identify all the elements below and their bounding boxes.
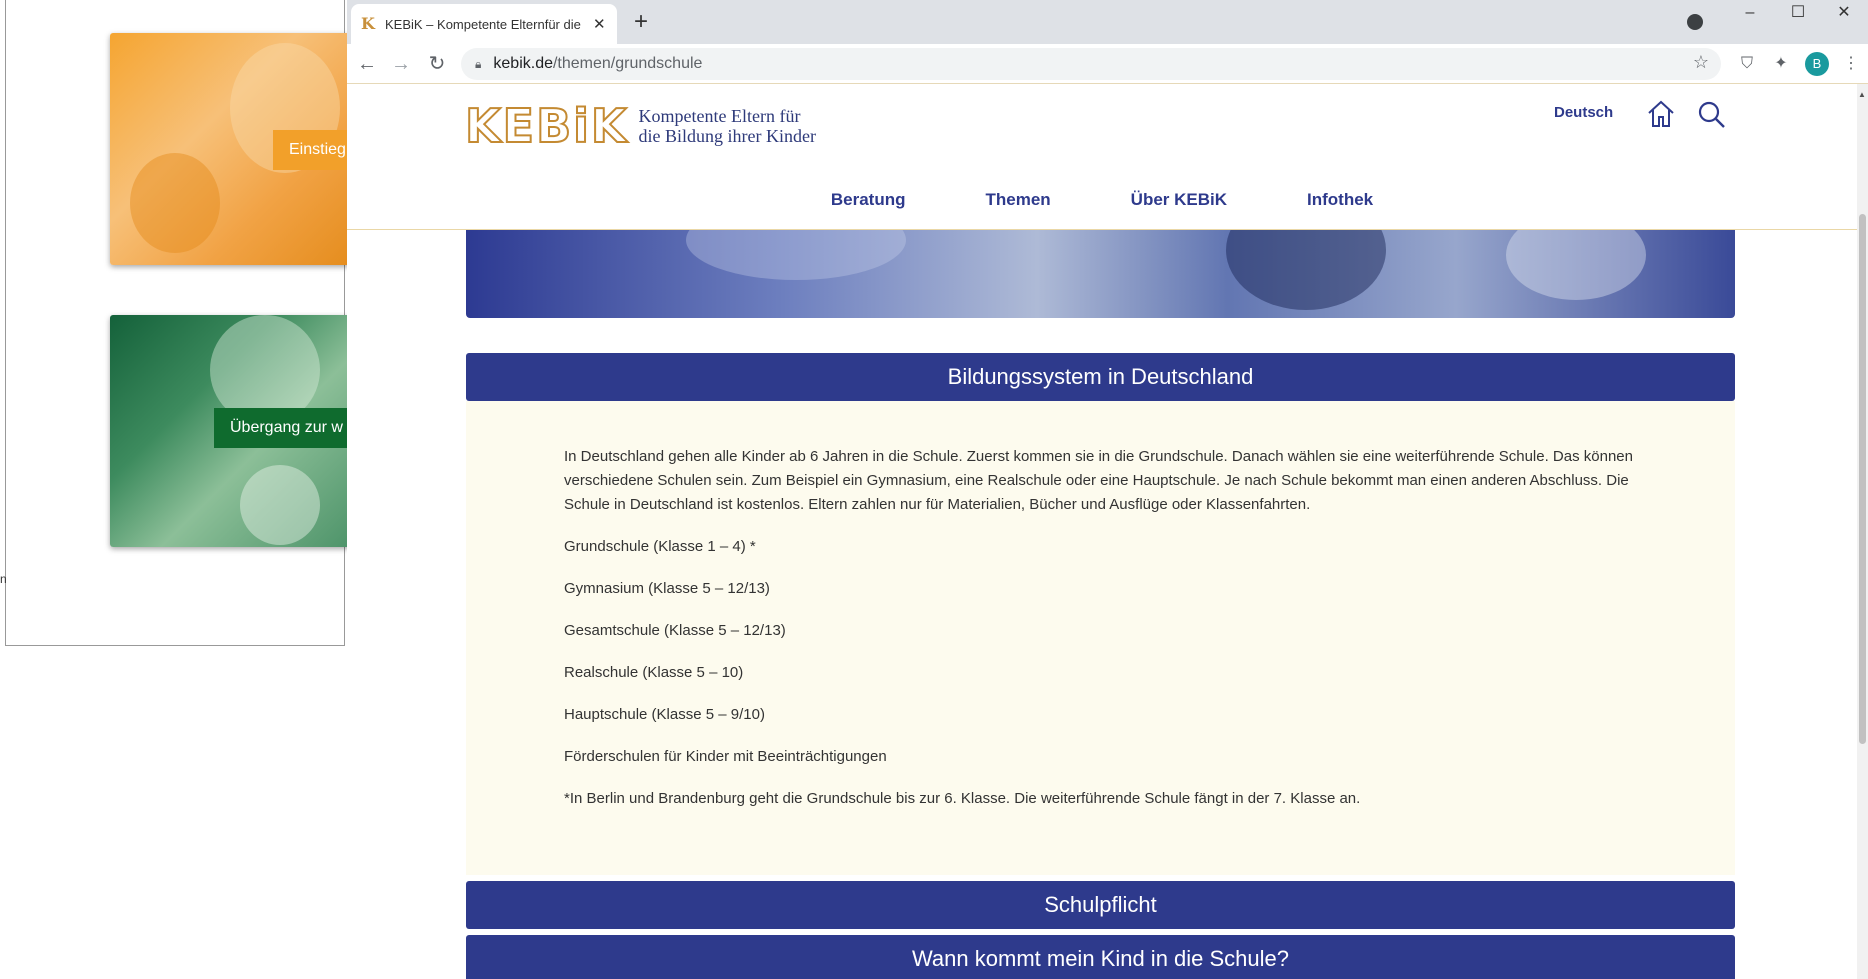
school-type-item: Grundschule (Klasse 1 – 4) * xyxy=(564,538,756,555)
forward-arrow-icon[interactable]: → xyxy=(387,50,415,78)
site-header: KEBiK Kompetente Eltern für die Bildung … xyxy=(347,84,1857,230)
page-scrollbar[interactable]: ▲ xyxy=(1857,84,1868,979)
background-card-uebergang[interactable]: Übergang zur w xyxy=(110,315,350,547)
url-path: /themen/grundschule xyxy=(552,55,703,72)
maximize-button[interactable]: ☐ xyxy=(1775,0,1821,30)
accordion-panel-bildungssystem: In Deutschland gehen alle Kinder ab 6 Ja… xyxy=(466,401,1735,875)
footnote: *In Berlin und Brandenburg geht die Grun… xyxy=(564,790,1361,807)
school-type-item: Förderschulen für Kinder mit Beeinträcht… xyxy=(564,748,887,765)
nav-item-beratung[interactable]: Beratung xyxy=(831,190,906,210)
nav-item-ueber-kebik[interactable]: Über KEBiK xyxy=(1131,190,1227,210)
extensions-puzzle-icon[interactable]: ✦ xyxy=(1771,54,1791,74)
accordion-header-schulstart[interactable]: Wann kommt mein Kind in die Schule? xyxy=(466,935,1735,979)
tab-title: KEBiK – Kompetente Elternfür die Bildung… xyxy=(385,16,581,32)
hero-image xyxy=(466,230,1735,318)
browser-window: K KEBiK – Kompetente Elternfür die Bildu… xyxy=(347,0,1868,979)
accordion-header-schulpflicht[interactable]: Schulpflicht xyxy=(466,881,1735,929)
url-host: kebik.de xyxy=(493,55,553,72)
hero-shape xyxy=(1226,230,1386,310)
search-icon[interactable] xyxy=(1697,100,1727,130)
lock-icon: 🔒︎ xyxy=(475,56,482,71)
browser-toolbar: ← → ↻ 🔒︎ kebik.de /themen/grundschule ☆ … xyxy=(347,44,1868,84)
kebik-favicon-icon: K xyxy=(361,14,375,33)
nav-item-infothek[interactable]: Infothek xyxy=(1307,190,1373,210)
address-bar[interactable]: 🔒︎ kebik.de /themen/grundschule ☆ xyxy=(461,48,1721,80)
tab-strip: K KEBiK – Kompetente Elternfür die Bildu… xyxy=(347,0,1868,44)
browser-menu-icon[interactable]: ⋮ xyxy=(1841,54,1861,74)
school-type-item: Gymnasium (Klasse 5 – 12/13) xyxy=(564,580,770,597)
profile-avatar[interactable]: B xyxy=(1805,52,1829,76)
tab-search-icon[interactable] xyxy=(1687,14,1703,30)
back-arrow-icon[interactable]: ← xyxy=(353,50,381,78)
page-viewport: KEBiK Kompetente Eltern für die Bildung … xyxy=(347,84,1868,979)
main-navigation: Beratung Themen Über KEBiK Infothek xyxy=(347,190,1857,210)
hero-shape xyxy=(1506,230,1646,300)
nav-item-themen[interactable]: Themen xyxy=(985,190,1050,210)
stray-text: n xyxy=(0,572,7,586)
school-type-item: Realschule (Klasse 5 – 10) xyxy=(564,664,744,681)
school-type-item: Hauptschule (Klasse 5 – 9/10) xyxy=(564,706,765,723)
scroll-up-arrow-icon[interactable]: ▲ xyxy=(1858,90,1866,99)
card-label[interactable]: Übergang zur w xyxy=(214,408,350,448)
card-label[interactable]: Einstieg xyxy=(273,130,350,170)
active-tab[interactable]: K KEBiK – Kompetente Elternfür die Bildu… xyxy=(351,4,617,44)
reload-icon[interactable]: ↻ xyxy=(423,50,451,78)
language-switcher[interactable]: Deutsch xyxy=(1554,104,1613,121)
card-image-shape xyxy=(130,153,220,253)
card-image-shape xyxy=(240,465,320,545)
home-icon[interactable] xyxy=(1645,98,1677,130)
scrollbar-thumb[interactable] xyxy=(1859,214,1866,744)
close-window-button[interactable]: ✕ xyxy=(1821,0,1867,30)
intro-paragraph: In Deutschland gehen alle Kinder ab 6 Ja… xyxy=(564,448,1633,513)
logo-tagline-line1: Kompetente Eltern für xyxy=(638,106,801,126)
logo-mark: KEBiK xyxy=(464,99,629,153)
minimize-button[interactable]: – xyxy=(1727,0,1773,30)
school-type-item: Gesamtschule (Klasse 5 – 12/13) xyxy=(564,622,786,639)
background-card-einstieg[interactable]: Einstieg xyxy=(110,33,350,265)
hero-shape xyxy=(686,230,906,280)
logo-tagline: Kompetente Eltern für die Bildung ihrer … xyxy=(639,106,816,146)
accordion-header-bildungssystem[interactable]: Bildungssystem in Deutschland xyxy=(466,353,1735,401)
tab-close-icon[interactable]: ✕ xyxy=(593,15,606,33)
logo-tagline-line2: die Bildung ihrer Kinder xyxy=(638,126,817,146)
bookmark-star-icon[interactable]: ☆ xyxy=(1693,52,1709,73)
site-logo[interactable]: KEBiK Kompetente Eltern für die Bildung … xyxy=(464,99,816,153)
pocket-extension-icon[interactable]: ⛉ xyxy=(1737,54,1757,74)
new-tab-button[interactable]: + xyxy=(627,8,655,36)
